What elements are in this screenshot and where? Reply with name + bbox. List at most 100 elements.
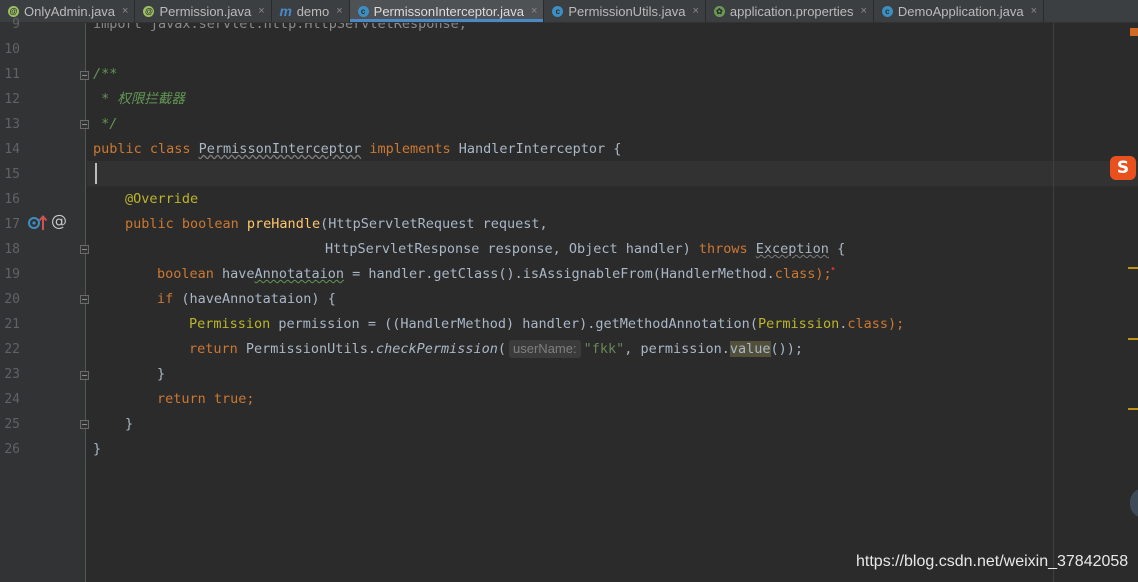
keyword: return true (157, 391, 247, 407)
code-line-16: @Override (125, 187, 198, 212)
tab-application-properties[interactable]: ✿ application.properties × (706, 0, 874, 22)
line-number: 14 (4, 142, 20, 157)
line-number: 13 (4, 117, 20, 132)
variable-name-typo: Annotataion (254, 266, 344, 282)
annotation-type: Permission (757, 316, 840, 332)
close-icon[interactable]: × (1031, 5, 1037, 17)
method-name: checkPermission (375, 341, 498, 357)
code-line-12: * 权限拦截器 (93, 87, 185, 112)
code-line-22: return PermissionUtils.checkPermission(u… (189, 337, 803, 362)
close-icon[interactable]: × (122, 5, 128, 17)
editor-tab-bar: @ OnlyAdmin.java × @ Permission.java × m… (0, 0, 1138, 23)
comment: */ (93, 116, 118, 132)
sogou-ime-icon[interactable]: S (1110, 156, 1136, 180)
code-text: } (157, 366, 166, 382)
line-number: 25 (4, 417, 20, 432)
line-number: 9 (12, 17, 20, 32)
keyword: boolean (157, 266, 223, 282)
spring-properties-icon: ✿ (713, 5, 725, 17)
code-text: } (93, 441, 102, 457)
variable-name: have (222, 266, 255, 282)
code-text: ( (497, 341, 507, 357)
code-line-17: public boolean preHandle(HttpServletRequ… (125, 212, 548, 237)
close-icon[interactable]: × (860, 5, 866, 17)
close-icon[interactable]: × (336, 5, 342, 17)
import-statement: import javax.servlet.http.HttpServletRes… (93, 23, 467, 32)
code-text: (HttpServletRequest request, (320, 216, 548, 232)
keyword: public boolean (125, 216, 247, 232)
tab-permission[interactable]: @ Permission.java × (135, 0, 272, 22)
scrollbar-warning-marker[interactable] (1128, 267, 1138, 269)
code-text: ); (888, 316, 905, 332)
tab-demoapplication[interactable]: c DemoApplication.java × (874, 0, 1045, 22)
method-name: preHandle (246, 216, 321, 232)
tab-label: Permission.java (159, 3, 252, 19)
keyword: if (157, 291, 182, 307)
line-number: 17 (4, 217, 20, 232)
class-name: PermissonInterceptor (198, 141, 362, 157)
code-line-9: import javax.servlet.http.HttpServletRes… (93, 23, 467, 37)
code-text: } (125, 416, 134, 432)
override-method-icon[interactable] (28, 214, 48, 236)
comment: /** (93, 66, 118, 82)
tab-label: application.properties (729, 3, 854, 19)
parameter-hint: userName: (509, 340, 581, 358)
code-text: HandlerInterceptor { (458, 141, 622, 157)
code-editor[interactable]: import javax.servlet.http.HttpServletRes… (87, 23, 1138, 582)
line-number: 26 (4, 442, 20, 457)
scrollbar-warning-marker[interactable] (1128, 408, 1138, 410)
annotation-gutter-icon[interactable]: @ (51, 211, 67, 230)
line-number: 12 (4, 92, 20, 107)
text-caret (95, 163, 97, 184)
code-text: (haveAnnotataion) { (181, 291, 336, 307)
line-number: 16 (4, 192, 20, 207)
code-text: { (828, 241, 846, 257)
keyword: throws (698, 241, 756, 257)
line-number: 10 (4, 42, 20, 57)
annotation-icon: @ (143, 5, 155, 17)
code-line-14: public class PermissonInterceptor implem… (93, 137, 621, 162)
line-number: 11 (4, 67, 20, 82)
tab-demo[interactable]: m demo × (272, 0, 350, 22)
line-number-gutter[interactable]: 9 10 11 12 13 14 15 16 17 18 19 20 21 22… (0, 17, 89, 582)
code-line-11: /** (93, 62, 117, 87)
code-line-18: HttpServletResponse response, Object han… (325, 237, 845, 262)
line-number: 23 (4, 367, 20, 382)
code-text: permission = ((HandlerMethod) handler).g… (270, 316, 758, 332)
code-line-13: */ (93, 112, 117, 137)
code-text: = handler.getClass().isAssignableFrom(Ha… (343, 266, 775, 282)
code-text: ; (246, 391, 255, 407)
annotation: @Override (125, 191, 199, 207)
keyword: class (847, 316, 889, 332)
code-text: , permission. (624, 341, 730, 357)
tab-permissoninterceptor[interactable]: c PermissonInterceptor.java × (349, 0, 545, 22)
close-icon[interactable]: × (692, 5, 698, 17)
method-name: value (729, 341, 771, 357)
tab-permissionutils[interactable]: c PermissionUtils.java × (544, 0, 706, 22)
code-line-24: return true; (157, 387, 255, 412)
code-text: ()); (770, 341, 804, 357)
close-icon[interactable]: × (258, 5, 264, 17)
tab-label: PermissonInterceptor.java (373, 3, 524, 19)
tab-onlyadmin[interactable]: @ OnlyAdmin.java × (0, 0, 136, 22)
keyword: class (774, 266, 816, 282)
code-text: HttpServletResponse response, Object han… (325, 241, 699, 257)
tab-label: DemoApplication.java (897, 3, 1024, 19)
code-line-25: } (125, 412, 133, 437)
close-icon[interactable]: × (531, 5, 537, 17)
watermark-text: https://blog.csdn.net/weixin_37842058 (856, 553, 1129, 570)
annotation-type: Permission (189, 316, 271, 332)
code-line-21: Permission permission = ((HandlerMethod)… (189, 312, 904, 337)
tab-label: PermissionUtils.java (568, 3, 686, 19)
tab-label: demo (296, 3, 330, 19)
error-dot-icon: • (830, 264, 837, 275)
line-number: 15 (4, 167, 20, 182)
code-line-19: boolean haveAnnotataion = handler.getCla… (157, 262, 832, 287)
right-margin-guide (1053, 23, 1054, 582)
class-icon: c (552, 5, 564, 17)
code-line-26: } (93, 437, 101, 462)
scrollbar-warning-marker[interactable] (1128, 338, 1138, 340)
inspection-warning-icon[interactable] (1130, 28, 1138, 36)
line-number: 22 (4, 342, 20, 357)
current-line-highlight (87, 161, 1138, 186)
